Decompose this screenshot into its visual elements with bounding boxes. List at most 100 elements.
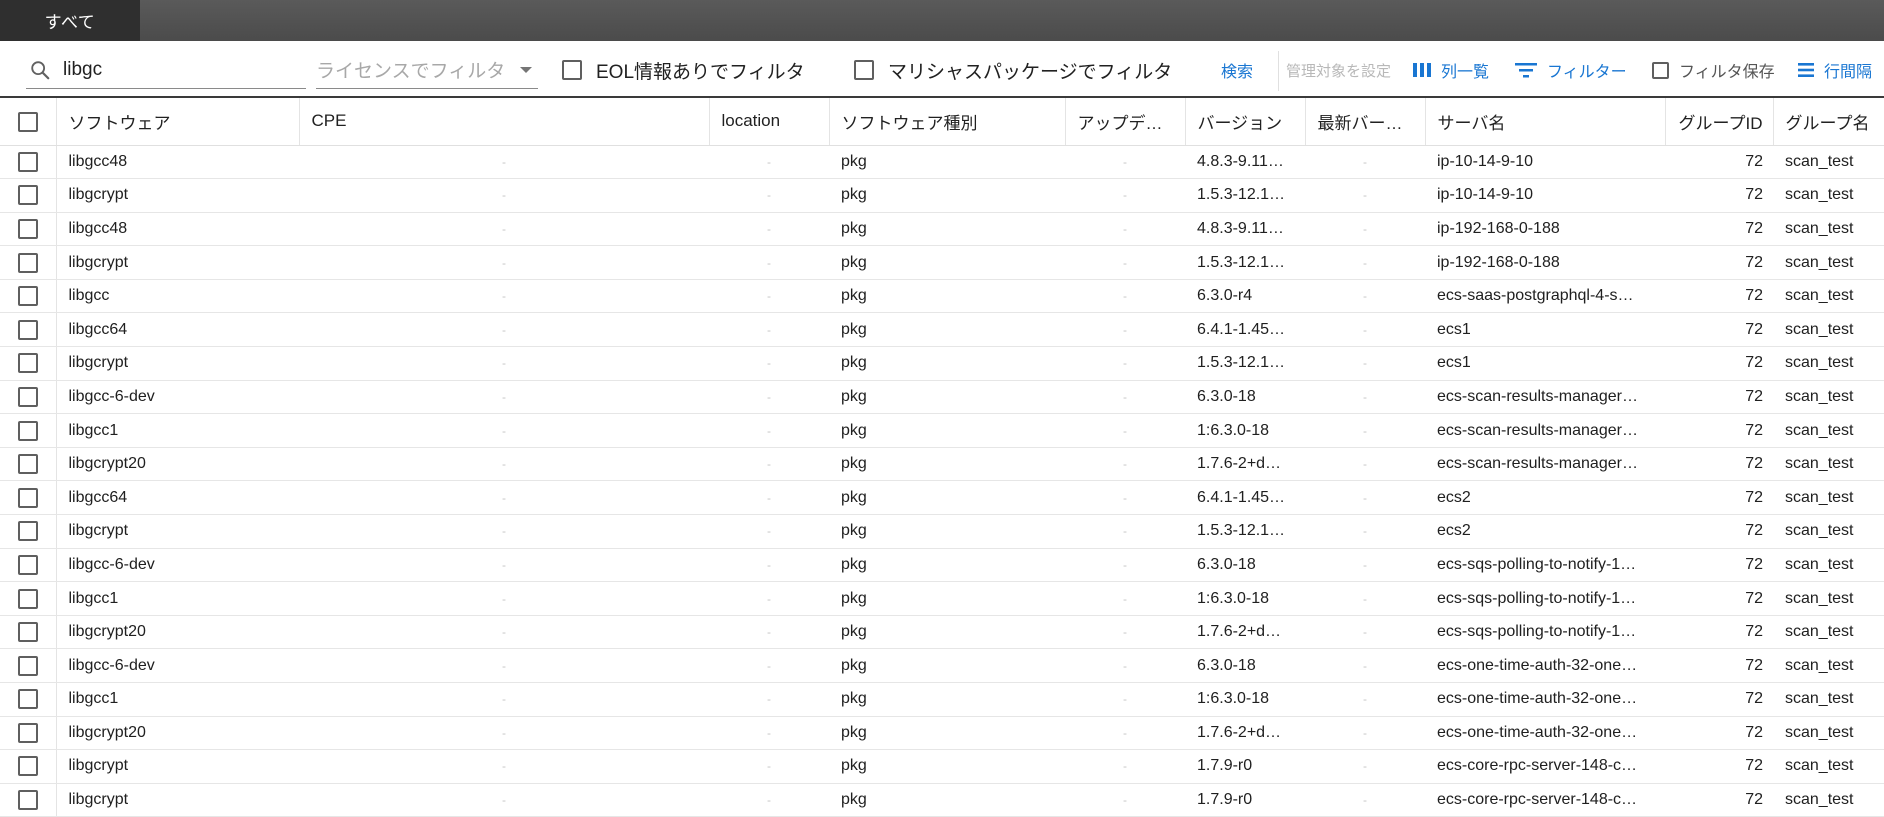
row-checkbox[interactable] <box>17 454 38 475</box>
cell-cpe: - <box>299 548 709 583</box>
table-row[interactable]: libgcrypt - - pkg -1.5.3-12.1… - ecs1 72 scan_te… <box>0 346 1884 381</box>
row-checkbox[interactable] <box>17 756 38 777</box>
table-row[interactable]: libgcc1- - pkg -1:6.3.0-18- ecs-sqs-polling-… <box>0 581 1884 616</box>
cell-group-id: 72 <box>1665 514 1773 549</box>
cell-group-name: scan_test <box>1773 615 1884 650</box>
eol-filter-checkbox[interactable]: EOL情報ありでフィルタ <box>562 51 805 89</box>
cell-server-name: ecs-one-time-auth-32-one… <box>1425 682 1665 717</box>
cell-latest-version: - <box>1305 749 1425 784</box>
row-select-cell <box>0 514 56 549</box>
row-checkbox[interactable] <box>17 185 38 206</box>
search-button[interactable]: 検索 <box>1221 51 1253 89</box>
table-row[interactable]: libgcc48- - pkg -4.8.3-9.11… - ip-192-168-0-1… <box>0 212 1884 247</box>
cell-group-id: 72 <box>1665 749 1773 784</box>
table-row[interactable]: libgcrypt20- - pkg -1.7.6-2+d… - ecs-sqs-poll… <box>0 615 1884 650</box>
select-all-checkbox[interactable] <box>17 111 38 132</box>
cell-update: - <box>1065 312 1185 348</box>
header-cpe[interactable]: CPE <box>298 98 709 146</box>
header-software-type[interactable]: ソフトウェア種別 <box>828 98 1065 146</box>
cell-location: - <box>709 312 829 348</box>
table-row[interactable]: libgcc64- - pkg -6.4.1-1.45… - ecs1 72 scan_tes… <box>0 312 1884 348</box>
table-row[interactable]: libgcc - - pkg -6.3.0-r4- ecs-saas-postgraphq… <box>0 279 1884 314</box>
table-row[interactable]: libgcrypt - - pkg -1.5.3-12.1… - ecs2 72 scan_te… <box>0 514 1884 549</box>
header-update[interactable]: アップデ… <box>1064 98 1185 146</box>
cell-cpe: - <box>299 380 709 415</box>
row-checkbox[interactable] <box>17 319 38 340</box>
malicious-checkbox-box[interactable] <box>854 60 874 80</box>
header-version[interactable]: バージョン <box>1184 98 1305 146</box>
cell-cpe: - <box>299 279 709 314</box>
row-checkbox[interactable] <box>17 588 38 609</box>
cell-server-name: ecs1 <box>1425 346 1665 381</box>
table-row[interactable]: libgcc-6-dev - - pkg -6.3.0-18- ecs-one-time-… <box>0 648 1884 683</box>
table-row[interactable]: libgcc64- - pkg -6.4.1-1.45… - ecs2 72 scan_tes… <box>0 480 1884 516</box>
cell-group-id: 72 <box>1665 145 1773 180</box>
cell-server-name: ecs-one-time-auth-32-one… <box>1425 648 1665 683</box>
cell-server-name: ecs-core-rpc-server-148-c… <box>1425 783 1665 817</box>
header-latest-version[interactable]: 最新バー… <box>1304 98 1425 146</box>
row-checkbox[interactable] <box>17 521 38 542</box>
cell-server-name: ip-192-168-0-188 <box>1425 245 1665 280</box>
row-select-cell <box>0 413 56 448</box>
search-input[interactable] <box>61 57 281 82</box>
table-row[interactable]: libgcrypt - - pkg -1.5.3-12.1… - ip-10-14-9-10… <box>0 178 1884 213</box>
cell-latest-version: - <box>1305 615 1425 650</box>
table-row[interactable]: libgcrypt20- - pkg -1.7.6-2+d… - ecs-one-time… <box>0 716 1884 751</box>
tab-all[interactable]: すべて <box>0 0 140 41</box>
row-checkbox[interactable] <box>17 554 38 575</box>
cell-group-id: 72 <box>1665 346 1773 381</box>
cell-software-type: pkg <box>829 548 1065 583</box>
row-checkbox[interactable] <box>17 722 38 743</box>
header-location[interactable]: location <box>708 98 829 146</box>
eol-checkbox-box[interactable] <box>562 60 582 80</box>
table-row[interactable]: libgcrypt - - pkg -1.7.9-r0- ecs-core-rpc-ser… <box>0 749 1884 784</box>
cell-software: libgcc48 <box>55 145 299 180</box>
header-group-name[interactable]: グループ名 <box>1772 98 1884 146</box>
malicious-filter-checkbox[interactable]: マリシャスパッケージでフィルタ <box>854 51 1172 89</box>
row-checkbox[interactable] <box>17 655 38 676</box>
table-row[interactable]: libgcrypt - - pkg -1.5.3-12.1… - ip-192-168-0-… <box>0 245 1884 280</box>
row-select-cell <box>0 447 56 482</box>
row-checkbox[interactable] <box>17 790 38 811</box>
table-row[interactable]: libgcc48- - pkg -4.8.3-9.11… - ip-10-14-9-10 7… <box>0 145 1884 180</box>
table-row[interactable]: libgcc1- - pkg -1:6.3.0-18- ecs-one-time-aut… <box>0 682 1884 717</box>
filter-button[interactable]: フィルター <box>1515 51 1627 89</box>
table-row[interactable]: libgcrypt20- - pkg -1.7.6-2+d… - ecs-scan-res… <box>0 447 1884 482</box>
cell-group-id: 72 <box>1665 279 1773 314</box>
header-group-id[interactable]: グループID <box>1664 98 1773 146</box>
license-filter-select[interactable]: ライセンスでフィルタ <box>316 51 538 89</box>
row-checkbox[interactable] <box>17 386 38 407</box>
cell-server-name: ip-10-14-9-10 <box>1425 178 1665 213</box>
row-checkbox[interactable] <box>17 353 38 374</box>
table-row[interactable]: libgcrypt - - pkg -1.7.9-r0- ecs-core-rpc-ser… <box>0 783 1884 817</box>
table-row[interactable]: libgcc1- - pkg -1:6.3.0-18- ecs-scan-results… <box>0 413 1884 448</box>
table-row[interactable]: libgcc-6-dev - - pkg -6.3.0-18- ecs-sqs-polli… <box>0 548 1884 583</box>
manage-target-button[interactable]: 管理対象を設定 <box>1286 51 1391 89</box>
header-software[interactable]: ソフトウェア <box>55 98 299 146</box>
table-row[interactable]: libgcc-6-dev - - pkg -6.3.0-18- ecs-scan-resu… <box>0 380 1884 415</box>
row-checkbox[interactable] <box>17 151 38 172</box>
row-spacing-button[interactable]: 行間隔 <box>1798 51 1872 89</box>
save-filter-checkbox-box[interactable] <box>1652 61 1669 79</box>
columns-button[interactable]: 列一覧 <box>1413 51 1489 89</box>
row-checkbox[interactable] <box>17 218 38 239</box>
row-checkbox[interactable] <box>17 689 38 710</box>
row-checkbox[interactable] <box>17 487 38 508</box>
row-checkbox[interactable] <box>17 252 38 273</box>
cell-group-name: scan_test <box>1773 716 1884 751</box>
row-checkbox[interactable] <box>17 286 38 307</box>
cell-group-id: 72 <box>1665 581 1773 616</box>
row-select-cell <box>0 548 56 583</box>
row-checkbox[interactable] <box>17 622 38 643</box>
cell-latest-version: - <box>1305 178 1425 213</box>
cell-software-type: pkg <box>829 615 1065 650</box>
row-checkbox[interactable] <box>17 420 38 441</box>
header-server-name[interactable]: サーバ名 <box>1424 98 1665 146</box>
cell-software-type: pkg <box>829 245 1065 280</box>
cell-group-name: scan_test <box>1773 312 1884 348</box>
cell-cpe: - <box>299 749 709 784</box>
cell-server-name: ecs-core-rpc-server-148-c… <box>1425 749 1665 784</box>
save-filter-checkbox[interactable]: フィルタ保存 <box>1652 51 1775 89</box>
cell-software: libgcrypt <box>55 346 299 381</box>
cell-server-name: ecs-scan-results-manager… <box>1425 380 1665 415</box>
